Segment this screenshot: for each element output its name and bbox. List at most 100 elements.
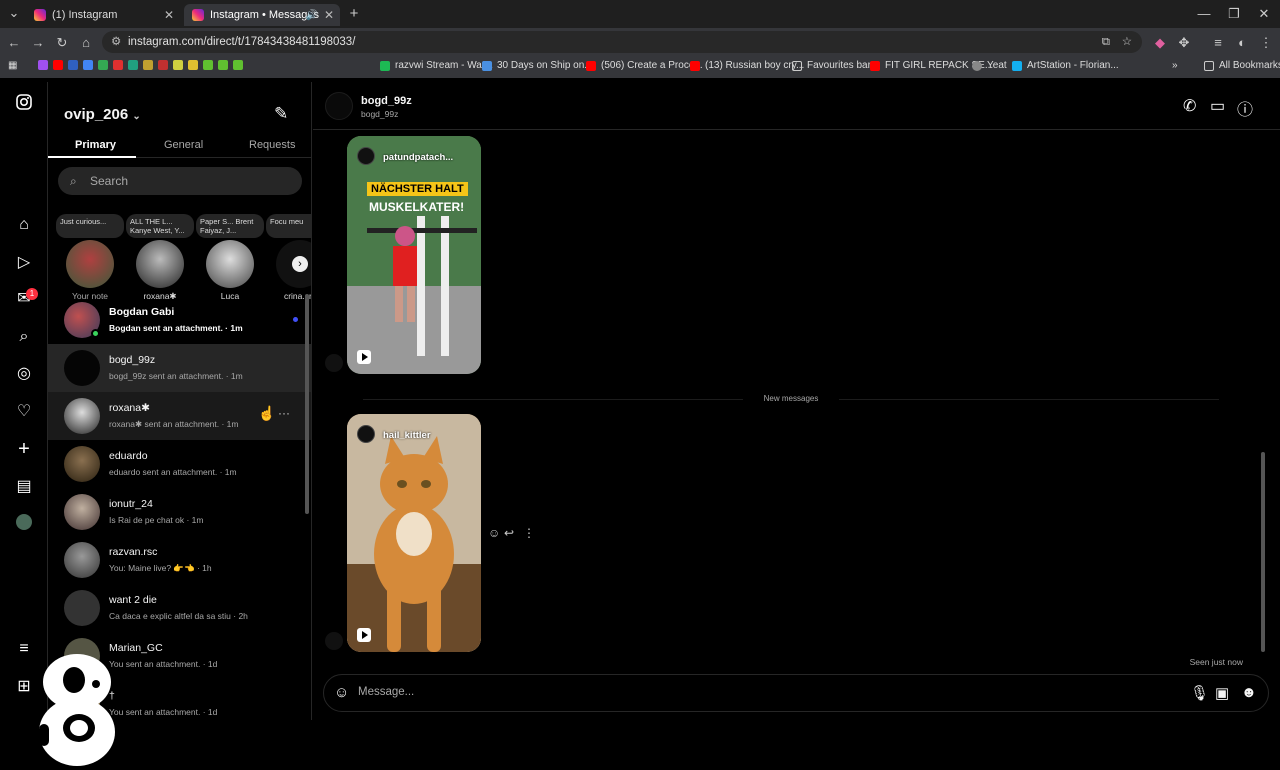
home-icon[interactable]: ⌂ (78, 35, 94, 50)
tab-search-icon[interactable]: ⌄ (6, 5, 22, 21)
maximize-button[interactable]: ❐ (1226, 6, 1242, 22)
install-app-icon[interactable]: ⧉ (1102, 31, 1110, 53)
tab-requests[interactable]: Requests (249, 139, 295, 151)
extensions-puzzle-icon[interactable]: ✥ (1176, 35, 1192, 51)
all-bookmarks-label: All Bookmarks (1219, 60, 1280, 71)
close-tab-icon[interactable]: ✕ (164, 8, 174, 22)
instagram-favicon-icon (192, 9, 204, 21)
bookmark-icons-group[interactable] (38, 60, 248, 70)
reply-icon[interactable]: ↩ (504, 526, 514, 540)
bookmark-folder[interactable]: Favourites bar (792, 60, 871, 71)
reel-thumbnail-cat (347, 414, 481, 652)
all-bookmarks-folder[interactable]: All Bookmarks (1204, 60, 1280, 71)
bookmark-icon (233, 60, 243, 70)
avatar (206, 240, 254, 288)
note-item[interactable]: ALL THE L... Kanye West, Y... roxana✱ (126, 214, 194, 302)
thread-row[interactable]: roxana✱ roxana✱ sent an attachment. · 1m… (48, 392, 311, 440)
react-emoji-icon[interactable]: ☺ (488, 526, 500, 540)
site-info-icon[interactable]: ⚙ (111, 31, 121, 53)
browser-menu-icon[interactable]: ⋮ (1258, 35, 1274, 51)
extension-icon[interactable]: ◆ (1152, 35, 1168, 51)
dashboard-icon[interactable]: ▤ (14, 477, 34, 497)
thread-name: razvan.rsc (109, 546, 158, 558)
create-plus-icon[interactable]: + (14, 439, 34, 459)
thread-row[interactable]: eduardo eduardo sent an attachment. · 1m (48, 440, 311, 488)
explore-compass-icon[interactable]: ◎ (14, 364, 34, 384)
shared-reel[interactable]: NÄCHSTER HALT MUSKELKATER! patundpatach.… (347, 136, 481, 374)
tab-instagram[interactable]: (1) Instagram ✕ (26, 4, 180, 26)
apps-grid-icon[interactable]: ▦ (8, 60, 17, 71)
bookmark-icon (128, 60, 138, 70)
message-input[interactable]: ☺ Message... 🎙 ▣ ☻ (323, 674, 1269, 712)
bookmark-icon (113, 60, 123, 70)
active-tab-indicator (48, 156, 136, 158)
tab-primary[interactable]: Primary (75, 139, 116, 151)
audio-playing-icon[interactable]: 🔊 (306, 10, 318, 21)
minimize-button[interactable]: — (1196, 6, 1212, 21)
close-tab-icon[interactable]: ✕ (324, 8, 334, 22)
thread-name: want 2 die (109, 594, 157, 606)
close-window-button[interactable]: ✕ (1256, 6, 1272, 22)
avatar (64, 542, 100, 578)
back-icon[interactable]: ← (6, 35, 22, 50)
tab-instagram-messages[interactable]: Instagram • Messages 🔊 ✕ (184, 4, 340, 26)
url-field[interactable]: ⚙ instagram.com/direct/t/178434384811980… (102, 31, 1142, 53)
account-switcher[interactable]: ovip_206 ⌄ (64, 106, 141, 123)
more-options-icon[interactable]: ··· (278, 406, 290, 420)
emoji-icon[interactable]: ☺ (334, 684, 349, 701)
folder-icon (792, 60, 802, 71)
note-item[interactable]: Just curious... Your note (56, 214, 124, 301)
thread-row[interactable]: razvan.rsc You: Maine live? 👉👈 · 1h (48, 536, 311, 584)
bookmark-item[interactable]: 30 Days on Ship on... (482, 60, 593, 71)
thread-row-selected[interactable]: bogd_99z bogd_99z sent an attachment. · … (48, 344, 311, 392)
notifications-heart-icon[interactable]: ♡ (14, 402, 34, 422)
avatar (64, 590, 100, 626)
note-item[interactable]: Paper S... Brent Faiyaz, J... Luca (196, 214, 264, 301)
thread-row[interactable]: want 2 die Ca daca e explic altfel da sa… (48, 584, 311, 632)
bookmark-item[interactable]: razvwi Stream - Wat... (380, 60, 493, 71)
bookmark-item[interactable]: (506) Create a Proce... (586, 60, 703, 71)
bookmark-item[interactable]: ArtStation - Florian... (1012, 60, 1119, 71)
message-more-icon[interactable]: ⋮ (523, 526, 535, 540)
reel-caption: NÄCHSTER HALT (367, 182, 468, 196)
search-input[interactable]: ⌕ Search (58, 167, 302, 195)
reload-icon[interactable]: ↻ (54, 35, 70, 51)
bookmark-icon (68, 60, 78, 70)
microphone-icon[interactable]: 🎙 (1190, 684, 1209, 702)
inbox-scrollbar[interactable] (305, 294, 309, 514)
tab-general[interactable]: General (164, 139, 203, 151)
conversation-scrollbar[interactable] (1261, 452, 1265, 652)
contact-avatar[interactable] (325, 92, 353, 120)
contact-name[interactable]: bogd_99z (361, 95, 412, 107)
profile-avatar[interactable] (14, 514, 34, 534)
profile-avatar-icon[interactable]: ◐ (1234, 35, 1250, 50)
more-menu-icon[interactable]: ≡ (14, 639, 34, 659)
forward-icon[interactable]: → (30, 35, 46, 50)
apps-icon[interactable]: ⊞ (14, 677, 34, 697)
bookmarks-overflow-button[interactable]: » (1172, 60, 1178, 71)
thread-row[interactable]: Bogdan Gabi Bogdan sent an attachment. ·… (48, 296, 311, 344)
new-tab-button[interactable]: + (346, 5, 362, 22)
video-call-icon[interactable]: ▭ (1210, 96, 1225, 116)
instagram-logo-icon[interactable] (14, 94, 34, 114)
reading-list-icon[interactable]: ≡ (1210, 35, 1226, 50)
home-icon[interactable]: ⌂ (14, 215, 34, 235)
audio-call-icon[interactable]: ✆ (1183, 96, 1196, 116)
bookmark-item[interactable]: (13) Russian boy cry... (690, 60, 804, 71)
bookmark-label: razvwi Stream - Wat... (395, 60, 493, 71)
bookmark-item[interactable]: Yeat (972, 60, 1007, 71)
new-message-icon[interactable]: ✎ (274, 104, 288, 124)
shared-reel[interactable]: hail_kittler (347, 414, 481, 652)
conversation-info-icon[interactable]: ⓘ (1237, 96, 1253, 120)
search-icon[interactable]: ⌕ (14, 327, 34, 347)
thread-row[interactable]: ionutr_24 Is Rai de pe chat ok · 1m (48, 488, 311, 536)
bookmark-star-icon[interactable]: ☆ (1122, 31, 1132, 53)
reels-icon[interactable]: ▷ (14, 253, 34, 273)
hand-cursor-icon: ☝ (258, 405, 276, 421)
next-arrow-icon[interactable]: › (292, 256, 308, 272)
note-item[interactable]: Focu meu › crina.cm (266, 214, 311, 301)
thread-preview: eduardo sent an attachment. · 1m (109, 467, 237, 477)
image-upload-icon[interactable]: ▣ (1215, 684, 1229, 702)
sticker-icon[interactable]: ☻ (1241, 684, 1257, 701)
inbox-panel: ovip_206 ⌄ ✎ Primary General Requests ⌕ … (48, 82, 312, 720)
